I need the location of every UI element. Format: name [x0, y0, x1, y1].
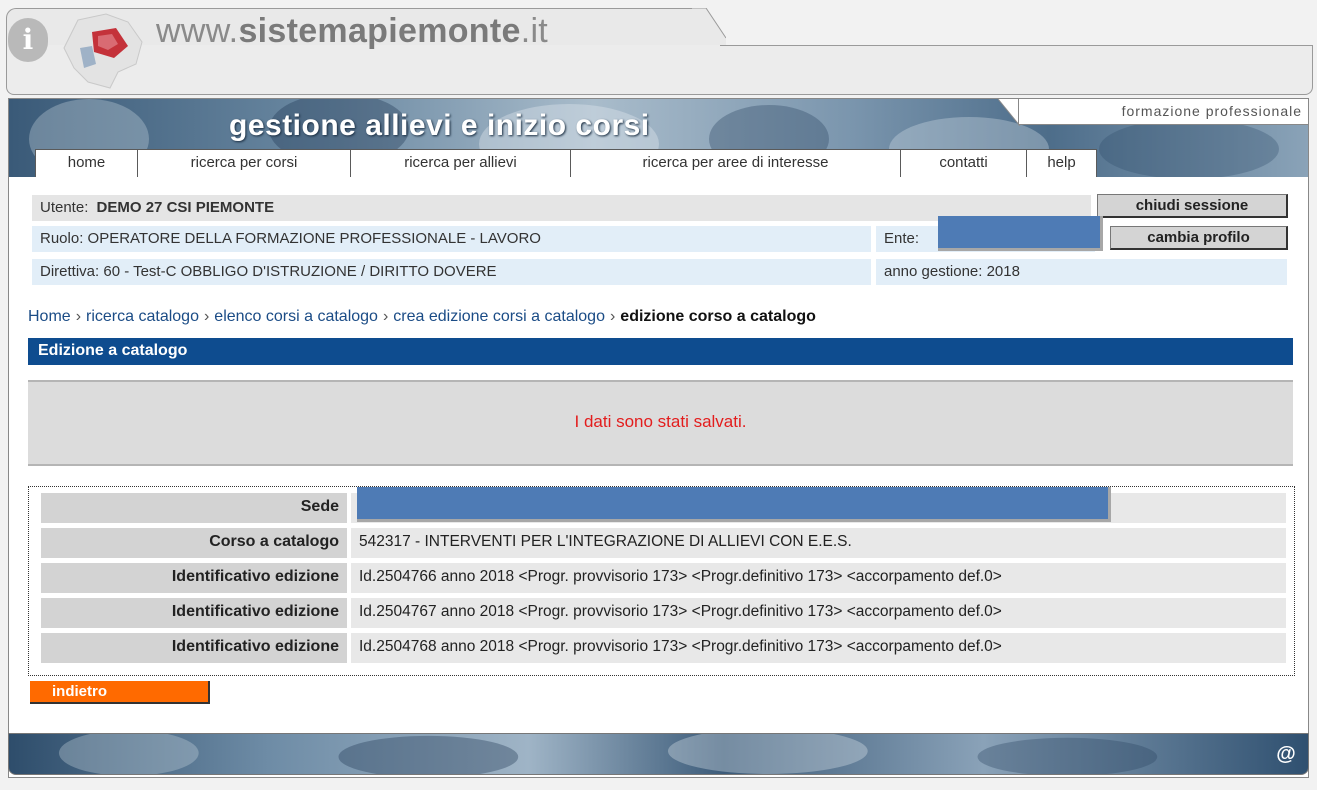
- ente-label: Ente:: [884, 230, 920, 247]
- ruolo-row: Ruolo: OPERATORE DELLA FORMAZIONE PROFES…: [32, 226, 871, 252]
- ente-redacted: [938, 216, 1103, 251]
- back-button[interactable]: indietro: [30, 681, 210, 704]
- detail-value: Id.2504768 anno 2018 <Progr. provvisorio…: [351, 633, 1286, 663]
- breadcrumb-home[interactable]: Home: [28, 308, 71, 325]
- site-banner: i www.sistemapiemonte.it: [6, 8, 1313, 95]
- site-title[interactable]: www.sistemapiemonte.it: [156, 12, 548, 51]
- info-icon[interactable]: i: [8, 18, 48, 62]
- detail-value: Id.2504766 anno 2018 <Progr. provvisorio…: [351, 563, 1286, 593]
- detail-row-edizione: Identificativo edizione Id.2504768 anno …: [41, 633, 1286, 663]
- sede-redacted: [357, 487, 1111, 522]
- breadcrumb-elenco-corsi[interactable]: elenco corsi a catalogo: [214, 308, 378, 325]
- utente-value: DEMO 27 CSI PIEMONTE: [96, 199, 275, 216]
- cambia-profilo-button[interactable]: cambia profilo: [1110, 226, 1288, 250]
- detail-value: 542317 - INTERVENTI PER L'INTEGRAZIONE D…: [351, 528, 1286, 558]
- detail-label: Identificativo edizione: [41, 633, 347, 663]
- app-header: gestione allievi e inizio corsi formazio…: [9, 99, 1308, 177]
- footer: @: [8, 733, 1309, 775]
- edition-details: Sede Corso a catalogo 542317 - INTERVENT…: [28, 486, 1295, 676]
- detail-value: Id.2504767 anno 2018 <Progr. provvisorio…: [351, 598, 1286, 628]
- nav-home[interactable]: home: [35, 149, 138, 177]
- main-nav: home ricerca per corsi ricerca per allie…: [35, 149, 1097, 177]
- nav-ricerca-corsi[interactable]: ricerca per corsi: [137, 149, 351, 177]
- nav-help[interactable]: help: [1026, 149, 1097, 177]
- nav-ricerca-aree[interactable]: ricerca per aree di interesse: [570, 149, 901, 177]
- chiudi-sessione-button[interactable]: chiudi sessione: [1097, 194, 1288, 218]
- anno-row: anno gestione: 2018: [876, 259, 1287, 285]
- detail-row-edizione: Identificativo edizione Id.2504766 anno …: [41, 563, 1286, 593]
- utente-label: Utente:: [40, 199, 89, 216]
- direttiva-row: Direttiva: 60 - Test-C OBBLIGO D'ISTRUZI…: [32, 259, 871, 285]
- detail-label: Sede: [41, 493, 347, 523]
- at-icon[interactable]: @: [1274, 742, 1298, 766]
- breadcrumb: Home › ricerca catalogo › elenco corsi a cat…: [28, 308, 816, 325]
- success-message: I dati sono stati salvati.: [574, 412, 747, 431]
- user-row: Utente: DEMO 27 CSI PIEMONTE: [32, 195, 1091, 221]
- section-title: Edizione a catalogo: [38, 342, 188, 359]
- detail-label: Identificativo edizione: [41, 598, 347, 628]
- section-label: formazione professionale: [1121, 103, 1302, 119]
- detail-row-edizione: Identificativo edizione Id.2504767 anno …: [41, 598, 1286, 628]
- detail-row-corso: Corso a catalogo 542317 - INTERVENTI PER…: [41, 528, 1286, 558]
- page: i www.sistemapiemonte.it gestione alliev…: [0, 0, 1317, 790]
- detail-label: Identificativo edizione: [41, 563, 347, 593]
- breadcrumb-ricerca-catalogo[interactable]: ricerca catalogo: [86, 308, 199, 325]
- app-title: gestione allievi e inizio corsi: [229, 109, 650, 142]
- breadcrumb-current: edizione corso a catalogo: [620, 308, 816, 325]
- breadcrumb-crea-edizione[interactable]: crea edizione corsi a catalogo: [393, 308, 605, 325]
- section-title-bar: Edizione a catalogo: [28, 338, 1293, 365]
- section-tab: formazione professionale: [1018, 99, 1308, 125]
- message-box: I dati sono stati salvati.: [28, 380, 1293, 466]
- nav-ricerca-allievi[interactable]: ricerca per allievi: [350, 149, 571, 177]
- piemonte-logo[interactable]: [58, 12, 146, 90]
- nav-contatti[interactable]: contatti: [900, 149, 1027, 177]
- footer-photo: [58, 734, 1158, 774]
- detail-label: Corso a catalogo: [41, 528, 347, 558]
